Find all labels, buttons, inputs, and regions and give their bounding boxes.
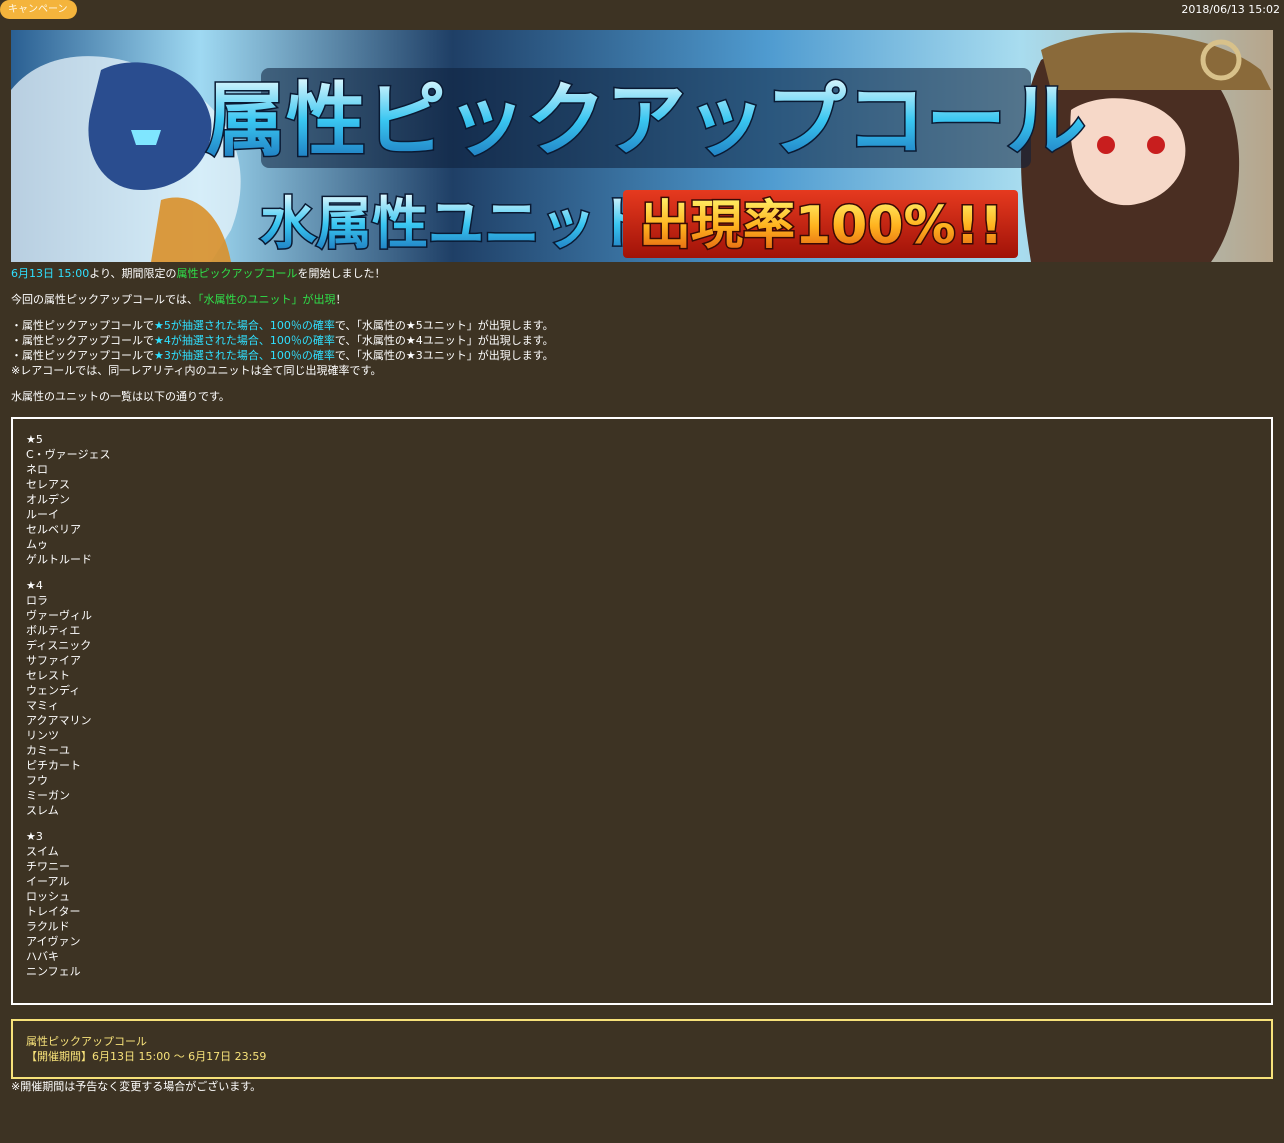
start-time: 6月13日 15:00 (11, 267, 90, 280)
rarity-heading: ★5 (26, 433, 43, 446)
unit-list-box: ★5 C・ヴァージェス ネロセレアスオルデンルーイセルベリアムゥゲルトルード ★4 ロラ… (11, 417, 1273, 1005)
event-period-box: 属性ピックアップコール 【開催期間】6月13日 15:00 ～ 6月17日 23… (11, 1019, 1273, 1079)
unit-group: ★5 C・ヴァージェス ネロセレアスオルデンルーイセルベリアムゥゲルトルード (26, 432, 1258, 567)
intro-text-end: を開始しました！ (297, 267, 386, 280)
post-datetime: 2018/06/13 15:02 (1181, 3, 1280, 16)
unit-name: ネロ (26, 463, 48, 476)
unit-name: ボルティエ (26, 624, 81, 637)
unit-name: サファイア (26, 654, 81, 667)
list-intro: 水属性のユニットの一覧は以下の通りです。 (11, 390, 230, 403)
rule-line: ・属性ピックアップコールで★5が抽選された場合、100％の確率で、「水属性の★5… (11, 318, 1273, 333)
intro-line: 6月13日 15:00より、期間限定の属性ピックアップコールを開始しました！ (11, 266, 1273, 281)
unit-name: ディスニック (26, 639, 92, 652)
unit-name: ヴァーヴィル (26, 609, 92, 622)
unit-name: チワニー (26, 860, 70, 873)
unit-name: トレイター (26, 905, 81, 918)
rules-list: ・属性ピックアップコールで★5が抽選された場合、100％の確率で、「水属性の★5… (11, 318, 1273, 378)
unit-name: アイヴァン (26, 935, 81, 948)
unit-name: ハバキ (26, 950, 59, 963)
rules-note: ※レアコールでは、同一レアリティ内のユニットは全て同じ出現確率です。 (11, 364, 382, 377)
unit-name: マミィ (26, 699, 59, 712)
period-schedule: 【開催期間】6月13日 15:00 ～ 6月17日 23:59 (26, 1050, 267, 1063)
unit-name: ミーガン (26, 789, 70, 802)
rule-highlight: ★5が抽選された場合、100％の確率 (154, 319, 335, 332)
unit-name: ロラ (26, 594, 48, 607)
unit-name: ゲルトルード (26, 553, 92, 566)
unit-name: セレスト (26, 669, 70, 682)
article-body: 6月13日 15:00より、期間限定の属性ピックアップコールを開始しました！ 今… (11, 266, 1273, 1094)
summary-highlight: 「水属性のユニット」が出現 (198, 293, 336, 306)
category-badge[interactable]: キャンペーン (0, 0, 77, 19)
header-bar: キャンペーン 2018/06/13 15:02 (0, 0, 1284, 22)
banner-rate: 出現率100%!! (639, 196, 1003, 256)
intro-text: より、期間限定の (89, 267, 177, 280)
period-title: 属性ピックアップコール (26, 1035, 147, 1048)
rarity-heading: ★3 (26, 830, 43, 843)
unit-name: ウェンディ (26, 684, 81, 697)
unit-name: ラクルド (26, 920, 70, 933)
unit-name: スレム (26, 804, 59, 817)
unit-name: リンツ (26, 729, 59, 742)
rarity-heading: ★4 (26, 579, 43, 592)
banner-title: 属性ピックアップコール (206, 74, 1086, 167)
unit-name: セレアス (26, 478, 70, 491)
rule-highlight: ★3が抽選された場合、100％の確率 (154, 349, 335, 362)
unit-name: アクアマリン (26, 714, 92, 727)
unit-name: イーアル (26, 875, 70, 888)
summary-text-end: ！ (335, 293, 347, 306)
summary-text: 今回の属性ピックアップコールでは、 (11, 293, 198, 306)
rule-prefix: ・属性ピックアップコールで (11, 349, 154, 362)
unit-name: フウ (26, 774, 48, 787)
unit-name: ニンフェル (26, 965, 81, 978)
unit-name: カミーユ (26, 744, 70, 757)
rule-prefix: ・属性ピックアップコールで (11, 334, 154, 347)
unit-group: ★4 ロラヴァーヴィル ボルティエディスニック サファイアセレストウェンディマミィアク… (26, 578, 1258, 818)
unit-name: オルデン (26, 493, 70, 506)
rule-highlight: ★4が抽選された場合、100％の確率 (154, 334, 335, 347)
unit-group: ★3 スイムチワニーイーアルロッシュトレイターラクルドアイヴァンハバキニンフェル (26, 829, 1258, 979)
unit-name: スイム (26, 845, 59, 858)
rule-suffix: で、「水属性の★5ユニット」が出現します。 (334, 319, 554, 332)
rule-suffix: で、「水属性の★4ユニット」が出現します。 (334, 334, 554, 347)
event-name: 属性ピックアップコール (176, 267, 298, 280)
unit-name: C・ヴァージェス (26, 448, 111, 461)
rule-line: ・属性ピックアップコールで★4が抽選された場合、100％の確率で、「水属性の★4… (11, 333, 1273, 348)
rule-prefix: ・属性ピックアップコールで (11, 319, 154, 332)
footer-note: ※開催期間は予告なく変更する場合がございます。 (11, 1080, 262, 1093)
unit-name: ピチカート (26, 759, 81, 772)
rule-suffix: で、「水属性の★3ユニット」が出現します。 (334, 349, 554, 362)
summary-line: 今回の属性ピックアップコールでは、「水属性のユニット」が出現！ (11, 292, 1273, 307)
rule-line: ・属性ピックアップコールで★3が抽選された場合、100％の確率で、「水属性の★3… (11, 348, 1273, 363)
campaign-banner-image: 属性ピックアップコール 水属性ユニット 出現率100%!! (11, 30, 1273, 262)
unit-name: セルベリア (26, 523, 81, 536)
unit-name: ルーイ (26, 508, 59, 521)
banner-subtitle: 水属性ユニット (260, 192, 652, 257)
unit-name: ムゥ (26, 538, 48, 551)
unit-name: ロッシュ (26, 890, 70, 903)
